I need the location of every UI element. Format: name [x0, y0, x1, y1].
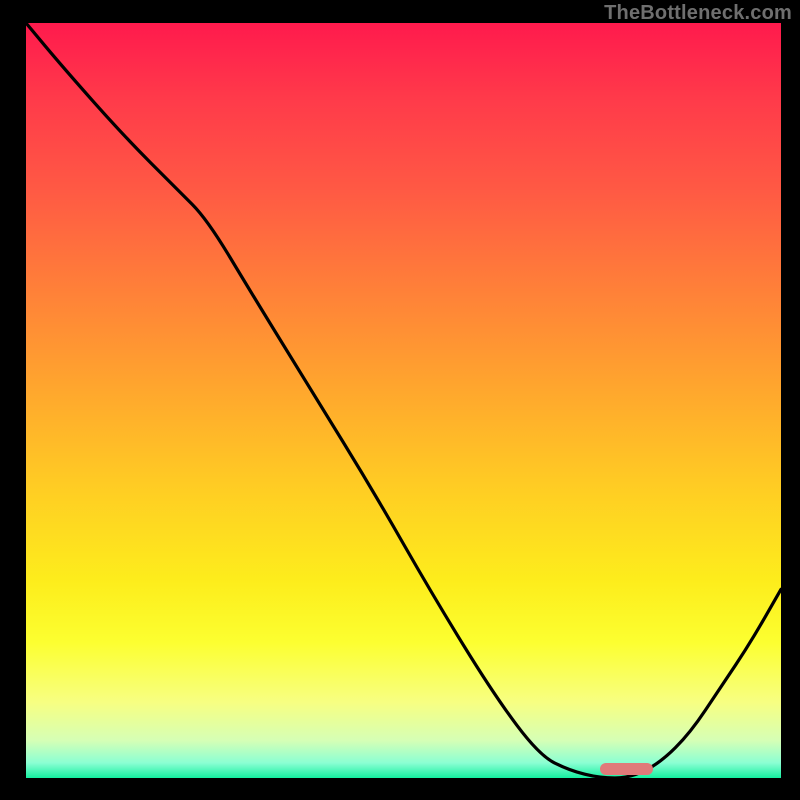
bottleneck-curve — [26, 23, 781, 778]
y-axis — [23, 23, 26, 781]
optimal-range-marker — [600, 763, 653, 775]
x-axis — [23, 778, 781, 781]
watermark-text: TheBottleneck.com — [604, 2, 792, 25]
